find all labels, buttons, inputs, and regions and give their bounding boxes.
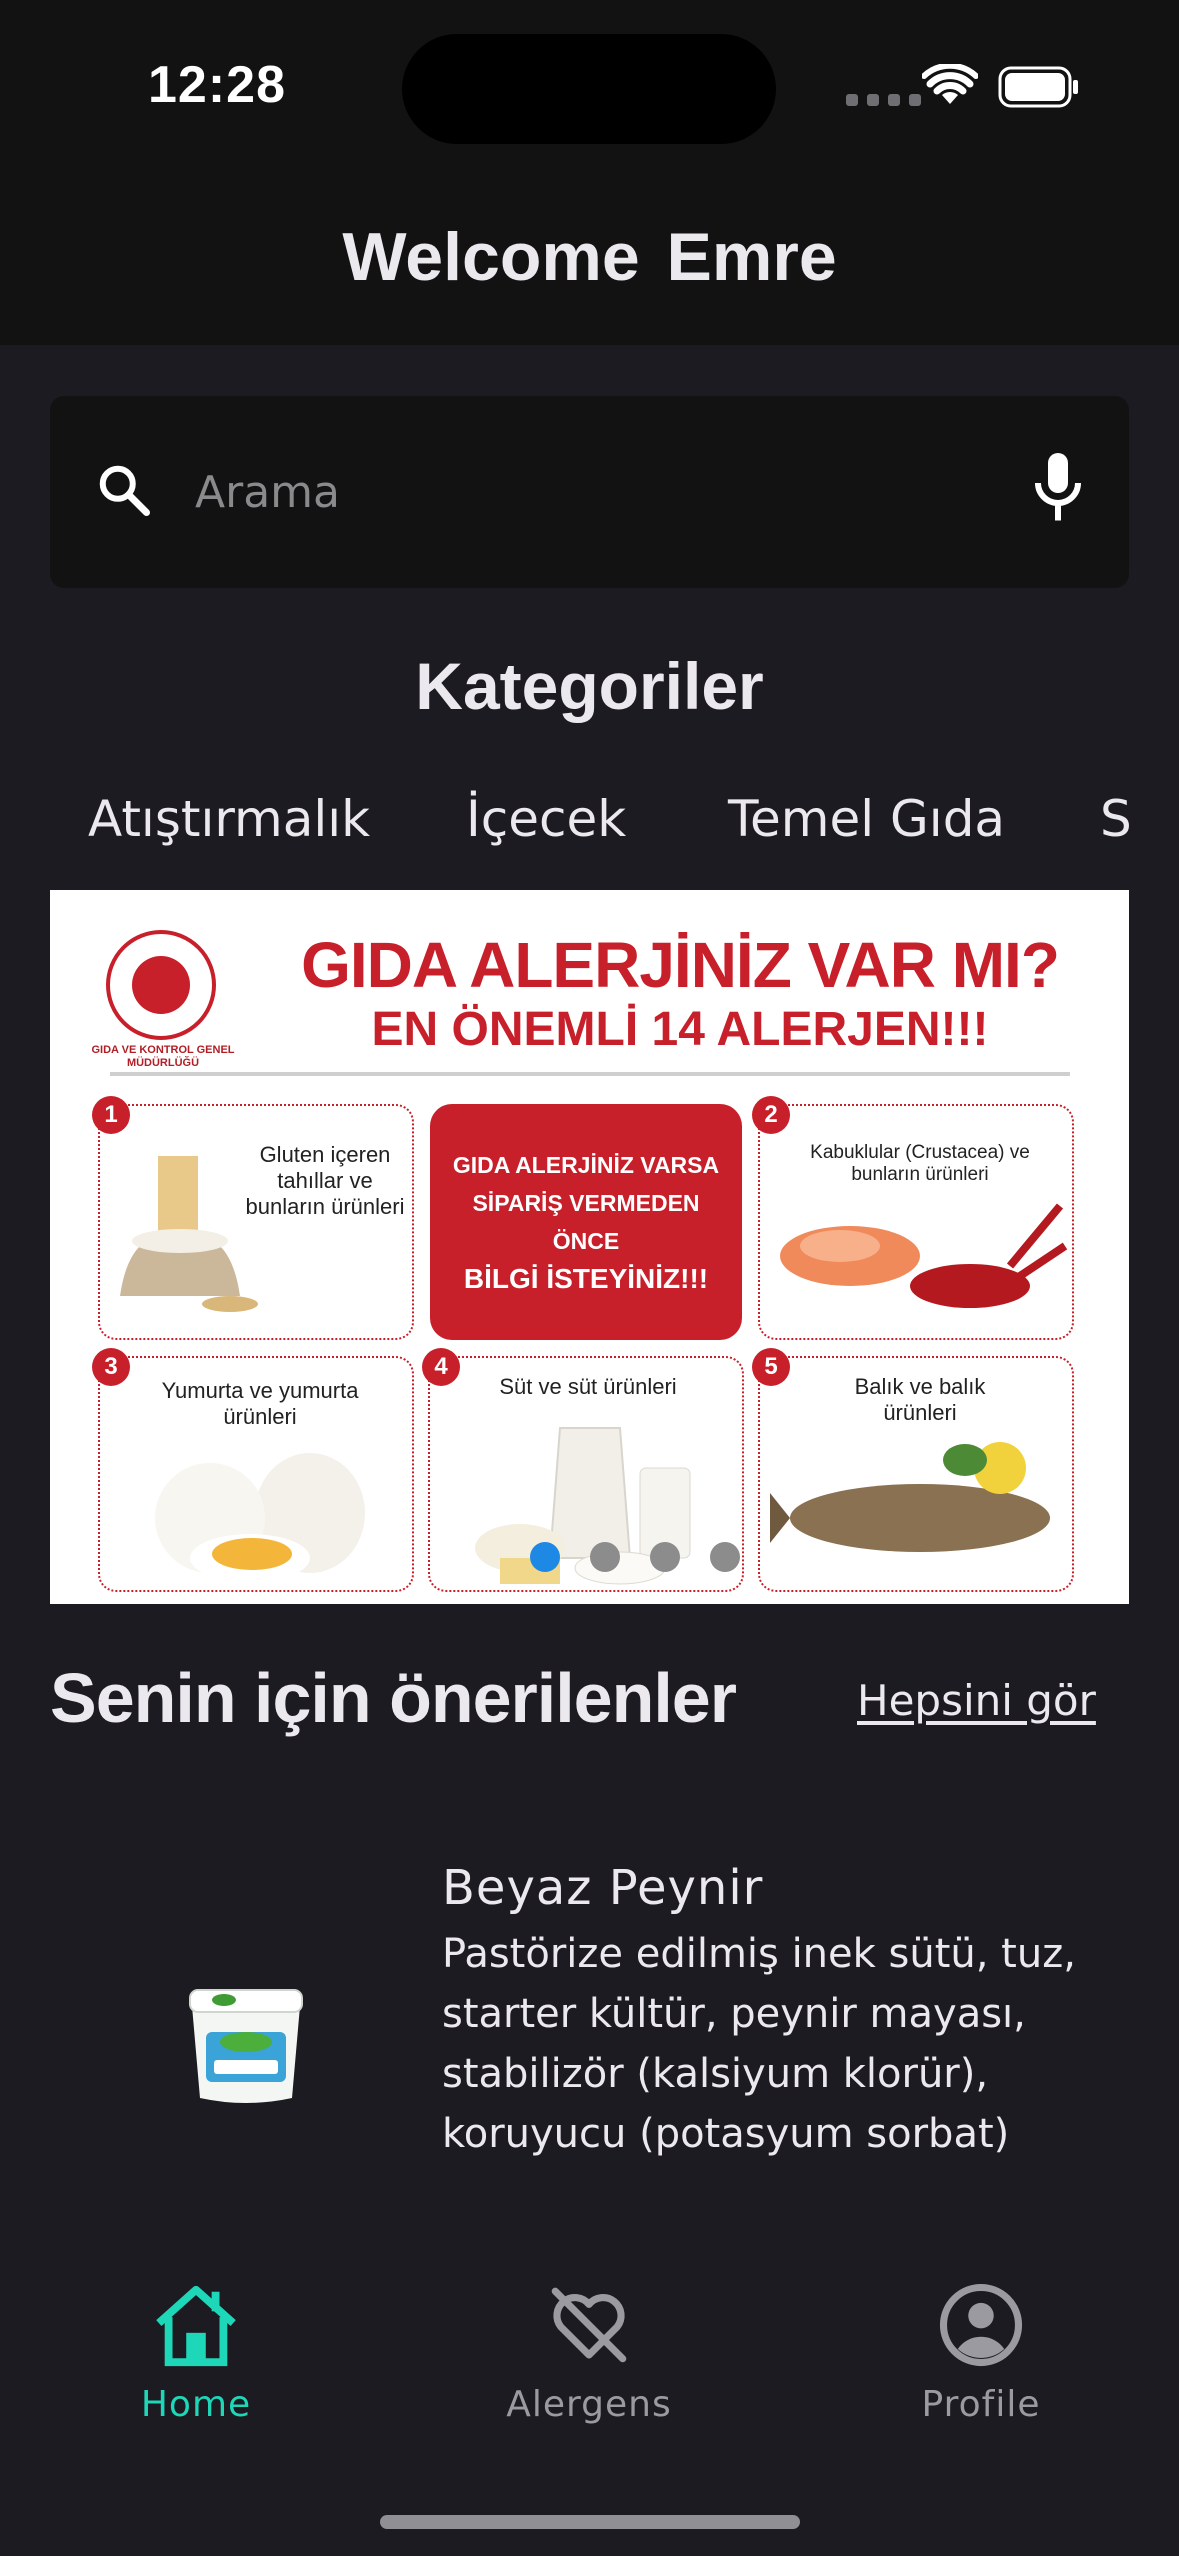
dynamic-island xyxy=(402,34,776,144)
allergen-tile: 1 Gluten içeren tahıllar ve bunların ürü… xyxy=(92,1096,414,1340)
eggs-icon xyxy=(155,1453,365,1582)
top-app-bar: 12:28 Welcome Emre xyxy=(0,0,1179,345)
ministry-logo-text: GIDA VE KONTROL GENEL MÜDÜRLÜĞÜ xyxy=(91,1044,235,1069)
battery-icon xyxy=(998,66,1078,108)
recommendations-title: Senin için önerilenler xyxy=(50,1659,737,1737)
warning-line-3: BİLGİ İSTEYİNİZ!!! xyxy=(463,1262,709,1294)
category-item[interactable]: S xyxy=(1100,790,1132,848)
fish-icon xyxy=(770,1442,1050,1552)
tab-home[interactable]: Home xyxy=(66,2280,326,2425)
seafood-icon xyxy=(780,1203,1068,1308)
tile-number: 1 xyxy=(92,1096,130,1134)
carousel-dot[interactable] xyxy=(590,1542,620,1572)
account-circle-icon xyxy=(939,2283,1023,2367)
ministry-logo xyxy=(106,930,216,1040)
tile-text: Gluten içeren tahıllar ve bunların ürünl… xyxy=(245,1142,405,1219)
allergen-banner-carousel[interactable]: GIDA VE KONTROL GENEL MÜDÜRLÜĞÜ GIDA ALE… xyxy=(50,890,1129,1604)
tile-text: Balık ve balık ürünleri xyxy=(854,1374,986,1425)
search-input[interactable] xyxy=(195,452,1015,532)
tab-alergens[interactable]: Alergens xyxy=(459,2280,719,2425)
search-bar[interactable] xyxy=(50,396,1129,588)
grain-sack-icon xyxy=(120,1156,258,1312)
category-item[interactable]: Atıştırmalık xyxy=(88,790,370,848)
tile-number: 3 xyxy=(92,1348,130,1386)
warning-line-2: SİPARİŞ VERMEDEN ÖNCE xyxy=(472,1189,700,1254)
status-time: 12:28 xyxy=(148,56,286,114)
tile-number: 5 xyxy=(752,1348,790,1386)
search-icon[interactable] xyxy=(94,460,154,520)
tab-label: Home xyxy=(140,2384,252,2425)
carousel-dot[interactable] xyxy=(530,1542,560,1572)
category-item[interactable]: Temel Gıda xyxy=(728,790,1005,848)
banner-subheading: EN ÖNEMLİ 14 ALERJEN!!! xyxy=(371,1003,989,1056)
tile-text: Süt ve süt ürünleri xyxy=(499,1374,677,1399)
see-all-link[interactable]: Hepsini gör xyxy=(857,1676,1096,1725)
tab-label: Alergens xyxy=(506,2384,672,2425)
carousel-dot[interactable] xyxy=(710,1542,740,1572)
warning-line-1: GIDA ALERJİNİZ VARSA xyxy=(452,1151,720,1178)
cellular-signal-icon xyxy=(846,94,921,106)
tab-profile[interactable]: Profile xyxy=(851,2280,1111,2425)
allergen-tile: 5 Balık ve balık ürünleri xyxy=(752,1348,1074,1592)
tile-text: Kabuklular (Crustacea) ve bunların ürünl… xyxy=(810,1142,1030,1185)
categories-title: Kategoriler xyxy=(415,649,764,723)
banner-warning-box: GIDA ALERJİNİZ VARSA SİPARİŞ VERMEDEN ÖN… xyxy=(430,1104,742,1340)
tile-number: 4 xyxy=(422,1348,460,1386)
heart-off-icon xyxy=(551,2287,627,2363)
tab-label: Profile xyxy=(921,2384,1041,2425)
welcome-title: Welcome Emre xyxy=(342,219,837,295)
banner-divider xyxy=(110,1072,1070,1076)
carousel-dot[interactable] xyxy=(650,1542,680,1572)
allergen-tile: 2 Kabuklular (Crustacea) ve bunların ürü… xyxy=(752,1096,1074,1340)
wifi-icon xyxy=(922,64,978,104)
microphone-icon[interactable] xyxy=(1028,448,1088,528)
carousel-indicator[interactable] xyxy=(530,1542,740,1572)
home-indicator[interactable] xyxy=(380,2515,800,2529)
home-icon xyxy=(156,2285,236,2367)
banner-heading: GIDA ALERJİNİZ VAR MI? xyxy=(301,929,1060,1001)
product-image xyxy=(189,1989,303,2103)
bottom-navigation: Home Alergens Profile xyxy=(0,2250,1179,2556)
product-name: Beyaz Peynir xyxy=(442,1860,764,1916)
product-description: Pastörize edilmiş inek sütü, tuz, starte… xyxy=(442,1931,1076,2157)
product-card[interactable]: Beyaz Peynir Pastörize edilmiş inek sütü… xyxy=(0,1840,1179,2185)
allergen-tile: 3 Yumurta ve yumurta ürünleri xyxy=(92,1348,414,1592)
category-item[interactable]: İçecek xyxy=(466,790,626,848)
category-list[interactable]: Atıştırmalık İçecek Temel Gıda S xyxy=(0,790,1179,880)
tile-text: Yumurta ve yumurta ürünleri xyxy=(161,1378,359,1429)
tile-number: 2 xyxy=(752,1096,790,1134)
